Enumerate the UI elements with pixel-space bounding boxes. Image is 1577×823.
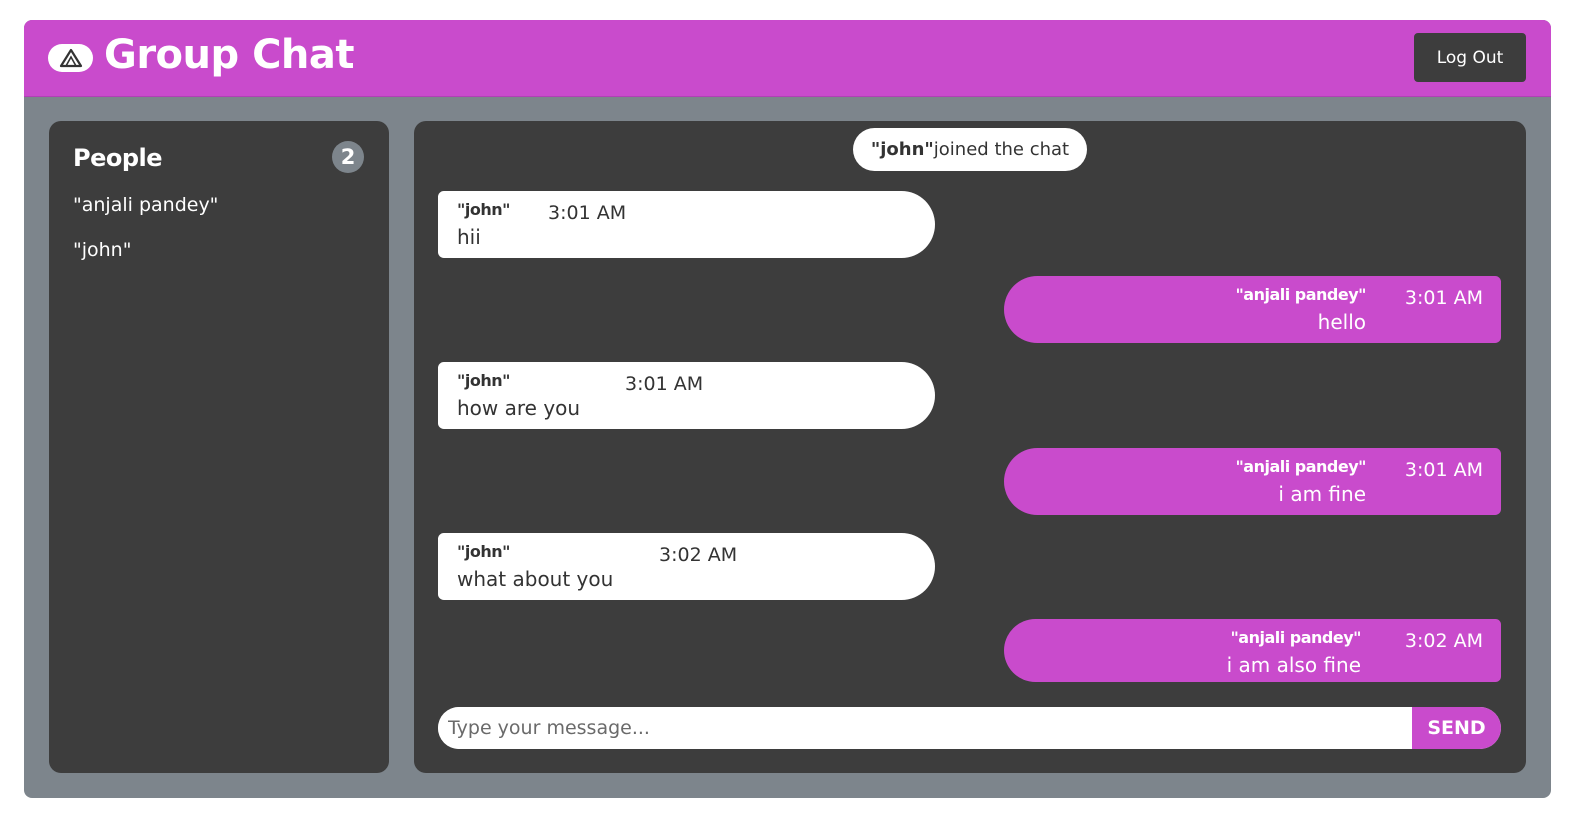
system-notice-name: "john" (870, 139, 934, 160)
message-time: 3:02 AM (659, 544, 738, 566)
message-time: 3:01 AM (1404, 287, 1483, 309)
message-text: hello (1317, 310, 1366, 334)
message-bubble-incoming: "john" 3:01 AM hii (438, 191, 935, 258)
send-button[interactable]: SEND (1412, 707, 1501, 749)
message-sender: "john" (457, 542, 510, 561)
message-sender: "john" (457, 371, 510, 390)
app-window: Group Chat Log Out People 2 "anjali pand… (24, 20, 1551, 798)
message-bubble-outgoing: "anjali pandey" 3:02 AM i am also fine (1004, 619, 1501, 682)
message-input[interactable] (438, 707, 1412, 749)
message-time: 3:01 AM (1404, 459, 1483, 481)
message-text: how are you (457, 396, 581, 420)
message-text: i am fine (1278, 482, 1366, 506)
message-sender: "anjali pandey" (1230, 628, 1361, 647)
message-text: i am also fine (1226, 653, 1361, 677)
message-time: 3:01 AM (625, 373, 704, 395)
message-sender: "anjali pandey" (1235, 457, 1366, 476)
message-time: 3:01 AM (548, 202, 627, 224)
chat-panel: "john" joined the chat "john" 3:01 AM hii… (414, 121, 1526, 773)
message-text: what about you (457, 567, 614, 591)
message-bubble-incoming: "john" 3:02 AM what about you (438, 533, 935, 600)
system-notice: "john" joined the chat (853, 128, 1087, 171)
message-text: hii (457, 225, 481, 249)
person-item[interactable]: "john" (73, 239, 131, 261)
message-sender: "john" (457, 200, 510, 219)
system-notice-text: joined the chat (933, 139, 1070, 160)
message-time: 3:02 AM (1404, 630, 1483, 652)
message-bubble-outgoing: "anjali pandey" 3:01 AM i am fine (1004, 448, 1501, 515)
person-item[interactable]: "anjali pandey" (73, 194, 218, 216)
message-sender: "anjali pandey" (1235, 285, 1366, 304)
message-bubble-outgoing: "anjali pandey" 3:01 AM hello (1004, 276, 1501, 343)
a-logo-icon (48, 44, 93, 72)
logout-button[interactable]: Log Out (1414, 33, 1526, 82)
page-title: Group Chat (104, 32, 355, 78)
message-composer: SEND (438, 707, 1501, 749)
message-bubble-incoming: "john" 3:01 AM how are you (438, 362, 935, 429)
people-count-badge: 2 (332, 141, 364, 173)
people-heading: People (73, 144, 163, 172)
header-bar: Group Chat Log Out (24, 20, 1551, 97)
people-sidebar: People 2 "anjali pandey" "john" (49, 121, 389, 773)
